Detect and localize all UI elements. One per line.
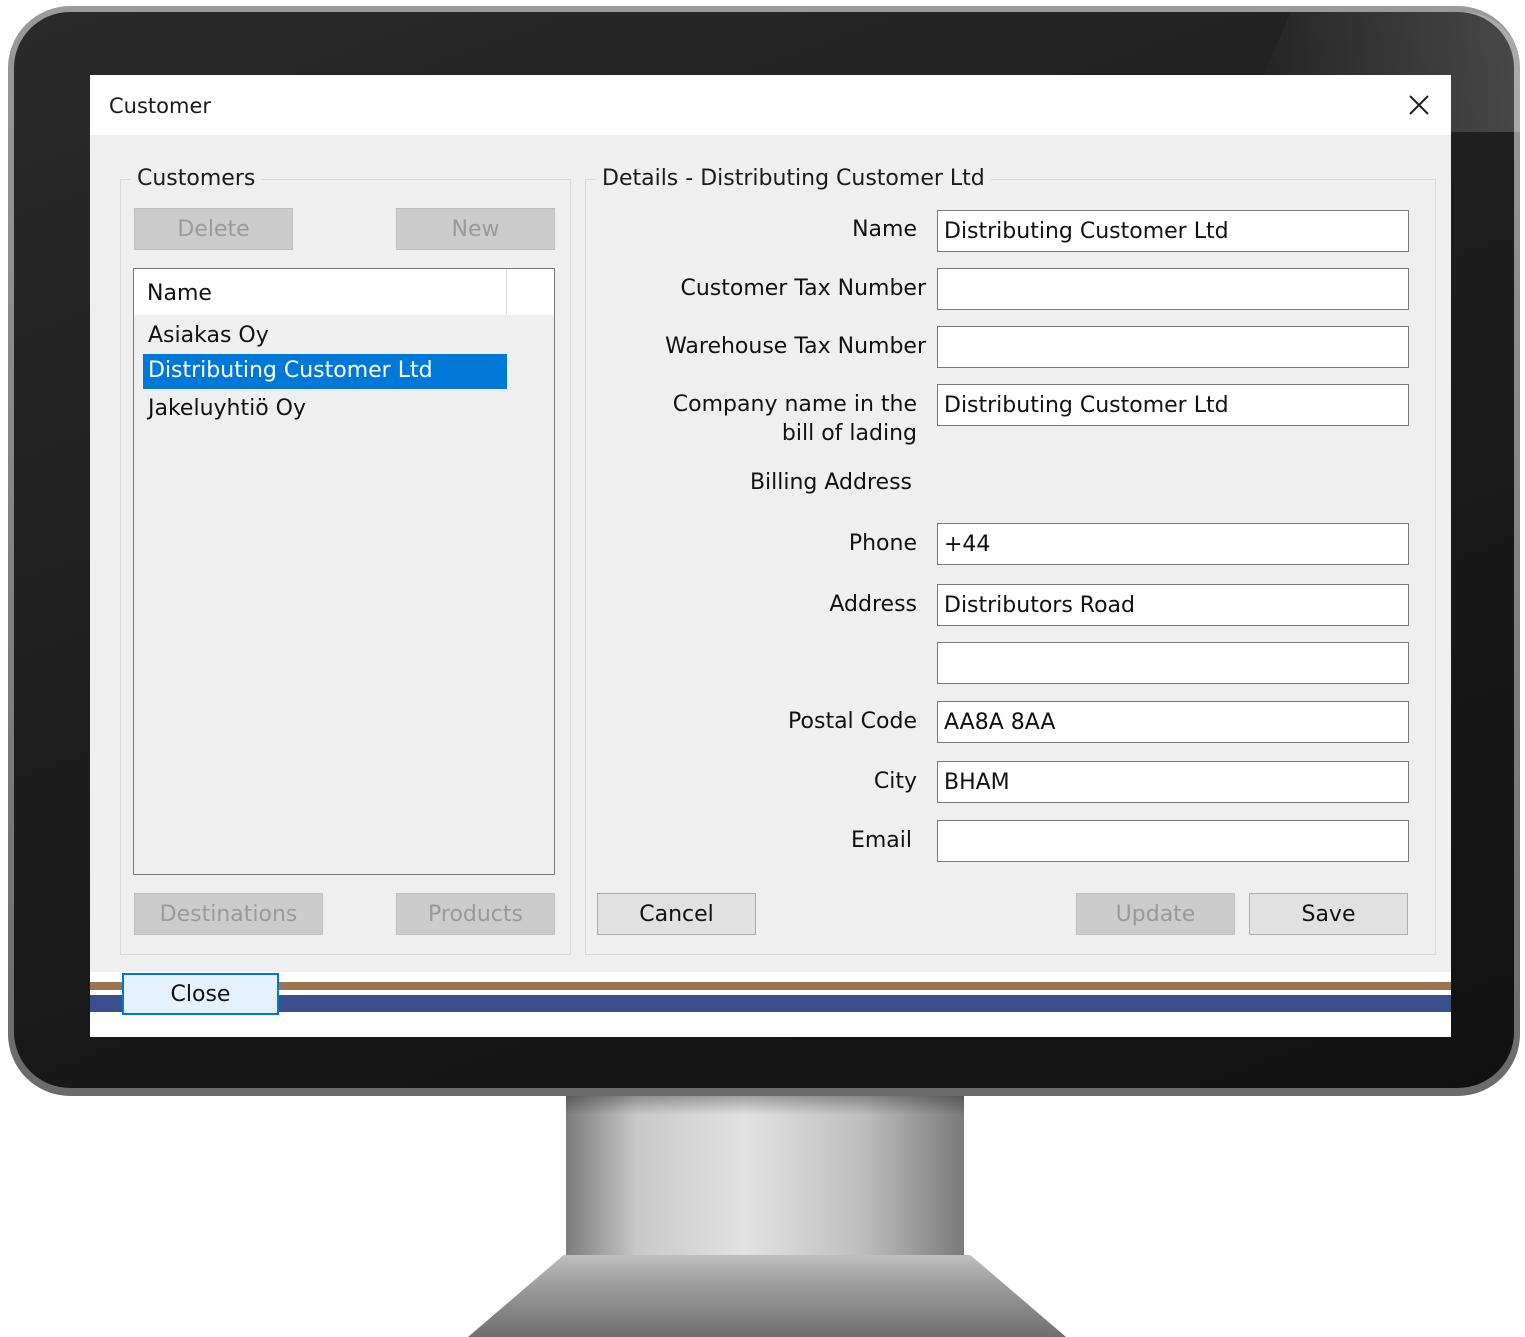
warehouse-tax-number-label: Warehouse Tax Number (665, 334, 926, 359)
list-header-label: Name (147, 281, 212, 306)
phone-field[interactable] (937, 523, 1409, 565)
list-item-selected[interactable]: Distributing Customer Ltd (143, 354, 507, 389)
warehouse-tax-number-field[interactable] (937, 326, 1409, 368)
products-button[interactable]: Products (396, 893, 555, 935)
details-group-legend: Details - Distributing Customer Ltd (596, 166, 991, 191)
destinations-button[interactable]: Destinations (134, 893, 323, 935)
list-header-name[interactable]: Name (134, 269, 507, 315)
customer-dialog: Customer Customers Delete New Name Asiak… (90, 75, 1451, 1037)
city-label: City (873, 769, 917, 794)
name-label: Name (852, 217, 917, 242)
update-button[interactable]: Update (1076, 893, 1235, 935)
monitor-stand-base (468, 1255, 1066, 1337)
postal-code-label: Postal Code (788, 709, 917, 734)
list-item-label: Asiakas Oy (148, 323, 269, 348)
close-button[interactable]: Close (122, 973, 279, 1015)
new-button[interactable]: New (396, 208, 555, 250)
phone-label: Phone (848, 531, 917, 556)
company-name-bol-label-line2: bill of lading (781, 421, 917, 446)
address-label: Address (829, 592, 917, 617)
company-name-bol-field[interactable] (937, 384, 1409, 426)
email-field[interactable] (937, 820, 1409, 862)
address-line2-field[interactable] (937, 642, 1409, 684)
save-button[interactable]: Save (1249, 893, 1408, 935)
footer-stripe-blue (90, 995, 1451, 1012)
customers-group-legend: Customers (131, 166, 262, 191)
city-field[interactable] (937, 761, 1409, 803)
list-item-label: Distributing Customer Ltd (148, 358, 433, 383)
list-item-label: Jakeluyhtiö Oy (148, 396, 307, 421)
list-header-filler (507, 269, 554, 315)
customer-tax-number-field[interactable] (937, 268, 1409, 310)
list-item[interactable]: Jakeluyhtiö Oy (143, 392, 507, 427)
list-item[interactable]: Asiakas Oy (143, 319, 507, 354)
footer-stripe-brown (90, 982, 1451, 990)
postal-code-field[interactable] (937, 701, 1409, 743)
email-label: Email (850, 828, 912, 853)
customer-tax-number-label: Customer Tax Number (680, 276, 926, 301)
name-field[interactable] (937, 210, 1409, 252)
address-field[interactable] (937, 584, 1409, 626)
title-bar: Customer (90, 75, 1451, 135)
delete-button[interactable]: Delete (134, 208, 293, 250)
customers-list[interactable]: Name Asiakas Oy Distributing Customer Lt… (133, 268, 555, 875)
window-title: Customer (109, 94, 212, 118)
cancel-button[interactable]: Cancel (597, 893, 756, 935)
close-icon[interactable] (1405, 91, 1433, 119)
billing-address-heading: Billing Address (749, 470, 912, 495)
company-name-bol-label-line1: Company name in the (672, 392, 917, 417)
